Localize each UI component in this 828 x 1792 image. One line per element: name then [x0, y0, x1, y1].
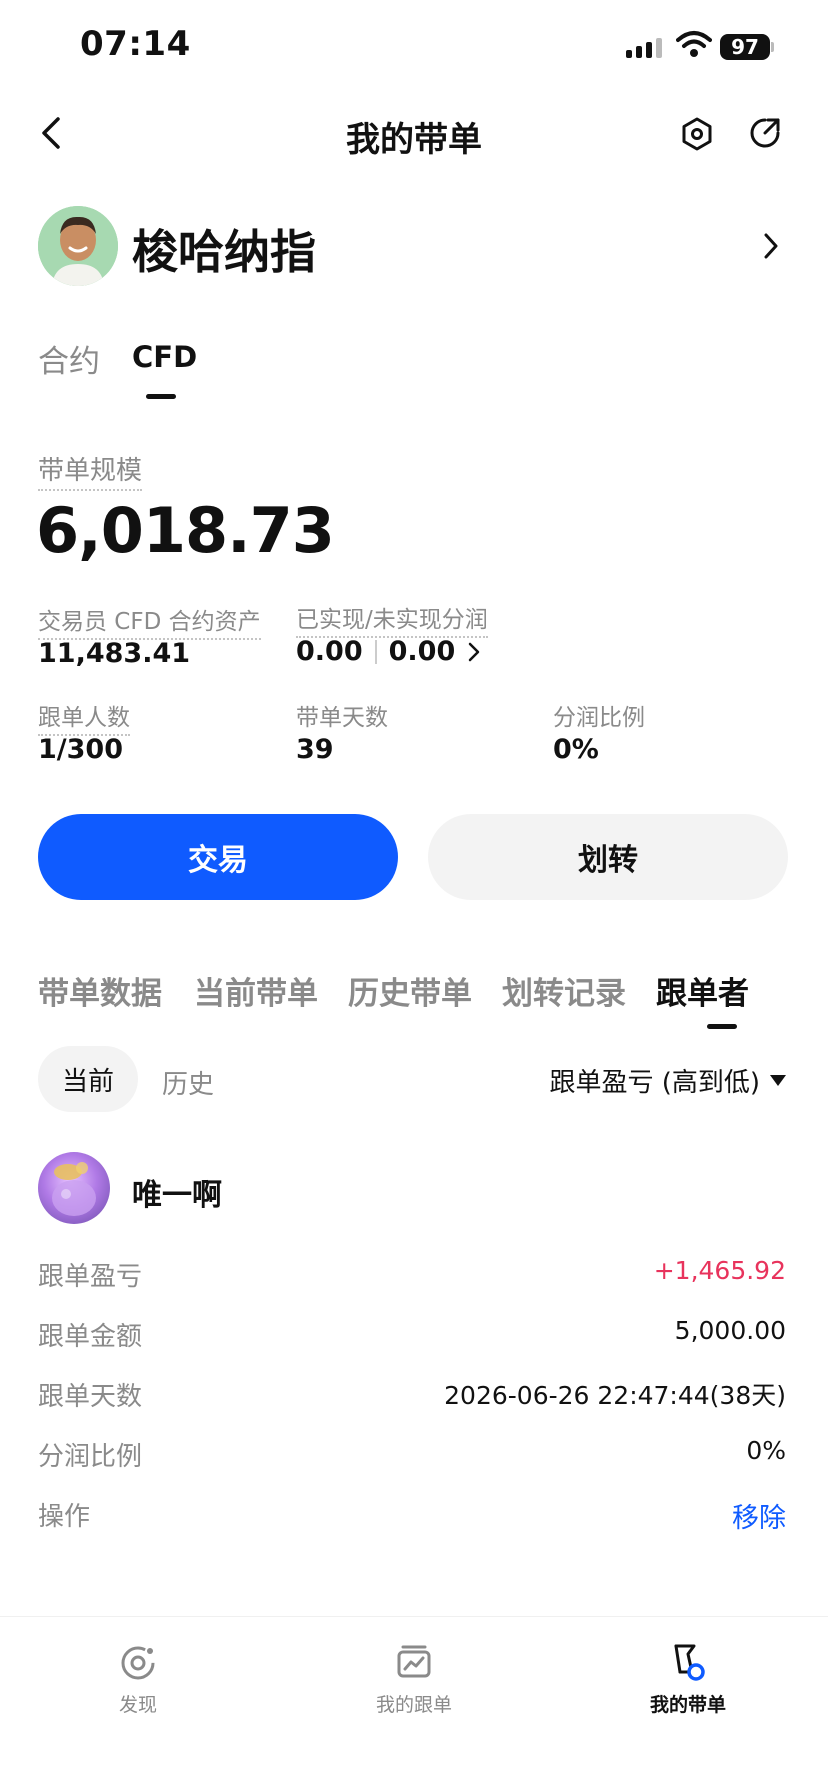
row-label: 跟单盈亏	[38, 1262, 143, 1292]
wifi-icon	[676, 31, 712, 57]
nav-label: 发现	[118, 1694, 157, 1716]
tab-indicator	[146, 394, 176, 399]
nav-my-lead[interactable]: 我的带单	[608, 1642, 768, 1717]
tab-contract[interactable]: 合约	[38, 336, 100, 381]
avatar[interactable]	[38, 206, 118, 286]
trader-assets-value: 11,483.41	[38, 638, 191, 669]
battery-indicator: 97	[720, 34, 770, 60]
subtab-current[interactable]: 当前	[38, 1046, 138, 1112]
realized-value: 0.00	[296, 636, 363, 667]
tab-cfd[interactable]: CFD	[132, 340, 197, 374]
trader-assets-label[interactable]: 交易员 CFD 合约资产	[38, 602, 261, 640]
sort-dropdown[interactable]: 跟单盈亏 (高到低)	[549, 1062, 786, 1099]
sort-label: 跟单盈亏 (高到低)	[549, 1068, 760, 1098]
nav-discover[interactable]: 发现	[58, 1642, 218, 1717]
profit-share-values[interactable]: 0.00 0.00	[296, 636, 481, 667]
nav-label: 我的跟单	[375, 1694, 452, 1716]
avatar-face-icon	[38, 206, 118, 286]
days-label: 带单天数	[296, 705, 388, 731]
tab-lead-data[interactable]: 带单数据	[38, 968, 162, 1013]
follower-avatar-image-icon	[52, 1162, 96, 1216]
followers-label[interactable]: 跟单人数	[38, 698, 130, 736]
status-time: 07:14	[80, 24, 191, 64]
follow-amount-value: 5,000.00	[674, 1316, 786, 1345]
chevron-right-icon	[469, 642, 480, 661]
hexagon-settings-icon[interactable]	[680, 116, 714, 152]
remove-follower-link[interactable]: 移除	[732, 1496, 786, 1535]
share-ratio-label: 分润比例	[553, 705, 645, 731]
follower-name: 唯一啊	[132, 1178, 222, 1213]
share-icon[interactable]	[748, 116, 782, 150]
scale-label[interactable]: 带单规模	[38, 450, 143, 491]
battery-tip	[771, 42, 774, 52]
section-tab-indicator	[707, 1024, 737, 1029]
follower-avatar	[38, 1152, 110, 1224]
row-label: 分润比例	[38, 1442, 143, 1472]
tab-followers[interactable]: 跟单者	[656, 968, 749, 1013]
transfer-button[interactable]: 划转	[428, 814, 788, 900]
chevron-right-icon[interactable]	[762, 232, 780, 260]
share-ratio-value: 0%	[553, 734, 599, 765]
trade-button[interactable]: 交易	[38, 814, 398, 900]
follow-pnl-value: +1,465.92	[653, 1256, 786, 1285]
unrealized-value: 0.00	[388, 636, 456, 667]
followers-value: 1/300	[38, 734, 124, 765]
row-label: 跟单金额	[38, 1322, 143, 1352]
caret-down-icon	[770, 1075, 786, 1086]
tab-history-lead[interactable]: 历史带单	[348, 968, 472, 1013]
my-lead-icon	[674, 1644, 705, 1681]
divider	[374, 639, 377, 664]
nav-my-copy[interactable]: 我的跟单	[334, 1642, 494, 1717]
scale-value: 6,018.73	[36, 494, 335, 567]
profile-name[interactable]: 梭哈纳指	[132, 216, 316, 282]
follower-share-ratio-value: 0%	[746, 1436, 786, 1465]
row-label: 操作	[38, 1502, 91, 1532]
subtab-history[interactable]: 历史	[162, 1064, 214, 1101]
days-value: 39	[296, 734, 334, 765]
discover-icon	[121, 1646, 155, 1680]
row-label: 跟单天数	[38, 1382, 143, 1412]
my-copy-icon	[397, 1645, 431, 1678]
follow-days-value: 2026-06-26 22:47:44(38天)	[444, 1381, 786, 1410]
tab-transfer-records[interactable]: 划转记录	[502, 968, 626, 1013]
nav-label: 我的带单	[649, 1694, 726, 1716]
profit-share-label[interactable]: 已实现/未实现分润	[296, 600, 488, 638]
cellular-signal-icon	[626, 38, 662, 58]
tab-current-lead[interactable]: 当前带单	[194, 968, 318, 1013]
